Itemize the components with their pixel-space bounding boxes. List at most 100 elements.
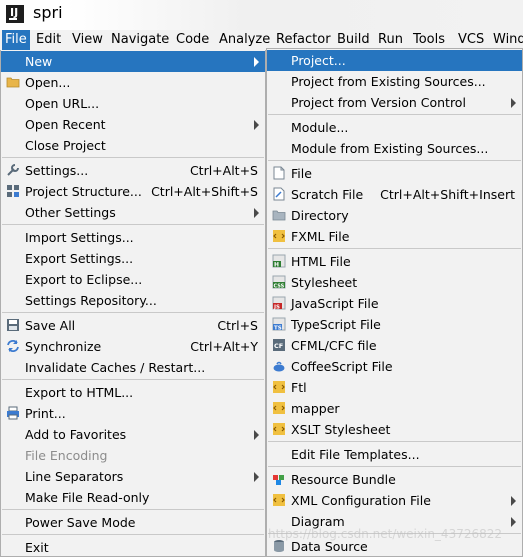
menu-run[interactable]: Run (378, 32, 403, 47)
menu-item-label: Scratch File (291, 187, 364, 202)
file-menu-item-print[interactable]: Print... (1, 403, 265, 424)
menu-item-label: CFML/CFC file (291, 338, 377, 353)
new-menu-item-ftl[interactable]: Ftl (267, 377, 522, 398)
menu-item-label: Project from Existing Sources... (291, 74, 486, 89)
new-menu-item-xslt-stylesheet[interactable]: XSLT Stylesheet (267, 419, 522, 440)
new-menu-item-directory[interactable]: Directory (267, 205, 522, 226)
file-menu-item-synchronize[interactable]: Synchronize Ctrl+Alt+Y (1, 336, 265, 357)
menu-file[interactable]: File (2, 30, 30, 50)
menu-item-label: Edit File Templates... (291, 447, 420, 462)
new-menu-item-stylesheet[interactable]: CSS Stylesheet (267, 272, 522, 293)
menu-bar: File Edit View Navigate Code Analyze Ref… (0, 30, 523, 50)
shortcut-label: Ctrl+Alt+Y (190, 339, 258, 354)
css-file-icon: CSS (272, 275, 286, 289)
submenu-arrow-icon (254, 430, 259, 440)
menu-item-label: Invalidate Caches / Restart... (25, 360, 206, 375)
menu-refactor[interactable]: Refactor (276, 32, 331, 47)
menu-item-label: Ftl (291, 380, 307, 395)
menu-item-label: Module from Existing Sources... (291, 141, 489, 156)
menu-item-label: Project... (291, 53, 346, 68)
file-menu-item-export-eclipse[interactable]: Export to Eclipse... (1, 269, 265, 290)
html-file-icon: H (272, 254, 286, 268)
new-menu-item-edit-file-templates[interactable]: Edit File Templates... (267, 444, 522, 465)
directory-icon (272, 210, 286, 221)
menu-item-label: Import Settings... (25, 230, 134, 245)
menu-separator (2, 534, 264, 535)
submenu-arrow-icon (511, 496, 516, 506)
file-menu-item-open-url[interactable]: Open URL... (1, 93, 265, 114)
file-menu-item-make-read-only[interactable]: Make File Read-only (1, 487, 265, 508)
menu-separator (268, 114, 521, 115)
file-menu-item-open[interactable]: Open... (1, 72, 265, 93)
menu-build[interactable]: Build (337, 32, 370, 47)
new-menu-item-cfml-file[interactable]: CF CFML/CFC file (267, 335, 522, 356)
menu-code[interactable]: Code (176, 32, 209, 47)
sync-icon (7, 340, 19, 352)
menu-separator (2, 509, 264, 510)
menu-view[interactable]: View (72, 32, 103, 47)
file-menu-item-export-settings[interactable]: Export Settings... (1, 248, 265, 269)
typescript-file-icon: TS (272, 317, 286, 331)
menu-vcs[interactable]: VCS (458, 32, 484, 47)
menu-edit[interactable]: Edit (36, 32, 61, 47)
file-menu-item-project-structure[interactable]: Project Structure... Ctrl+Alt+Shift+S (1, 181, 265, 202)
new-menu-item-xml-configuration-file[interactable]: XML Configuration File (267, 490, 522, 511)
new-menu-item-project-existing-sources[interactable]: Project from Existing Sources... (267, 71, 522, 92)
file-menu-item-power-save-mode[interactable]: Power Save Mode (1, 512, 265, 533)
blurred-title-region (66, 0, 523, 30)
svg-text:JS: JS (273, 305, 280, 311)
menu-separator (2, 224, 264, 225)
file-menu-item-import-settings[interactable]: Import Settings... (1, 227, 265, 248)
new-menu-item-typescript-file[interactable]: TS TypeScript File (267, 314, 522, 335)
data-source-icon (274, 540, 284, 552)
file-menu-item-save-all[interactable]: Save All Ctrl+S (1, 315, 265, 336)
file-menu-item-add-to-favorites[interactable]: Add to Favorites (1, 424, 265, 445)
new-menu-item-module-existing-sources[interactable]: Module from Existing Sources... (267, 138, 522, 159)
xml-config-icon (273, 494, 285, 506)
submenu-arrow-icon (254, 472, 259, 482)
new-menu-item-scratch-file[interactable]: Scratch File Ctrl+Alt+Shift+Insert (267, 184, 522, 205)
file-menu-item-exit[interactable]: Exit (1, 537, 265, 557)
new-menu-item-coffeescript-file[interactable]: CoffeeScript File (267, 356, 522, 377)
file-menu-item-open-recent[interactable]: Open Recent (1, 114, 265, 135)
shortcut-label: Ctrl+Alt+S (189, 163, 258, 178)
file-menu-item-close-project[interactable]: Close Project (1, 135, 265, 156)
file-menu-item-invalidate-caches[interactable]: Invalidate Caches / Restart... (1, 357, 265, 378)
menu-navigate[interactable]: Navigate (111, 32, 169, 47)
watermark: https://blog.csdn.net/weixin_43726822 (268, 527, 503, 541)
file-menu-item-export-html[interactable]: Export to HTML... (1, 382, 265, 403)
new-menu-item-project[interactable]: Project... (267, 50, 522, 71)
submenu-arrow-icon (511, 98, 516, 108)
file-menu-item-settings-repository[interactable]: Settings Repository... (1, 290, 265, 311)
new-menu-item-file[interactable]: File (267, 163, 522, 184)
menu-item-label: CoffeeScript File (291, 359, 393, 374)
new-menu-item-html-file[interactable]: H HTML File (267, 251, 522, 272)
intellij-app-icon: IJ (6, 5, 24, 23)
menu-item-label: Synchronize (25, 339, 102, 354)
file-menu: New Open... Open URL... Open Recent Clos… (0, 50, 266, 557)
file-menu-item-file-encoding: File Encoding (1, 445, 265, 466)
coffeescript-file-icon (273, 361, 285, 372)
menu-separator (268, 466, 521, 467)
new-menu-item-module[interactable]: Module... (267, 117, 522, 138)
menu-item-label: Export to HTML... (25, 385, 134, 400)
menu-analyze[interactable]: Analyze (219, 32, 270, 47)
menu-tools[interactable]: Tools (413, 32, 445, 47)
menu-window[interactable]: Wind (493, 32, 523, 47)
file-menu-item-settings[interactable]: Settings... Ctrl+Alt+S (1, 160, 265, 181)
file-menu-item-other-settings[interactable]: Other Settings (1, 202, 265, 223)
menu-item-label: Directory (291, 208, 349, 223)
menu-separator (268, 441, 521, 442)
new-menu-item-fxml-file[interactable]: FXML File (267, 226, 522, 247)
new-menu-item-resource-bundle[interactable]: Resource Bundle (267, 469, 522, 490)
file-menu-item-line-separators[interactable]: Line Separators (1, 466, 265, 487)
new-menu-item-project-vcs[interactable]: Project from Version Control (267, 92, 522, 113)
fxml-file-icon (273, 230, 285, 242)
new-menu-item-javascript-file[interactable]: JS JavaScript File (267, 293, 522, 314)
menu-item-label: Data Source (291, 539, 368, 554)
ftl-file-icon (273, 381, 285, 393)
new-menu-item-mapper[interactable]: mapper (267, 398, 522, 419)
file-menu-item-new[interactable]: New (1, 51, 265, 72)
menu-item-label: JavaScript File (291, 296, 379, 311)
menu-item-label: Module... (291, 120, 349, 135)
